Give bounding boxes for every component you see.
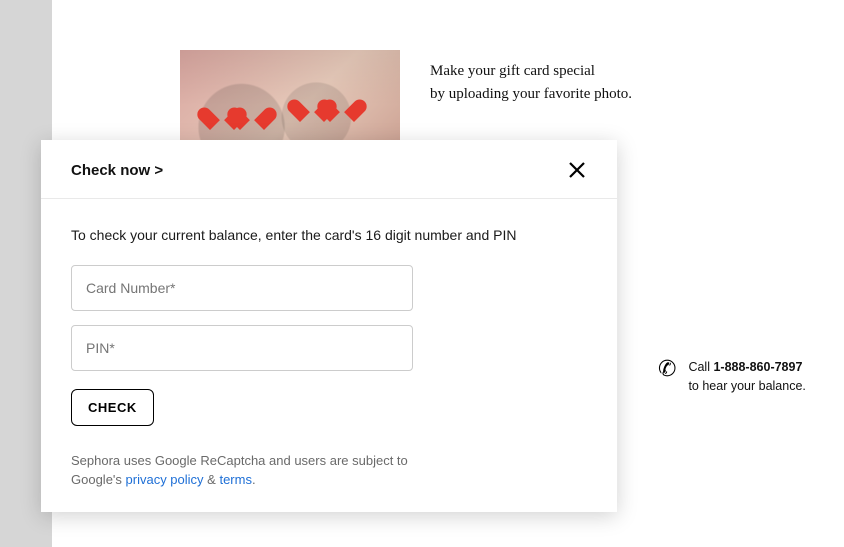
pin-input[interactable] [71, 325, 413, 371]
check-balance-modal: Check now > To check your current balanc… [41, 140, 617, 512]
legal-sep: & [204, 472, 220, 487]
call-number: 1-888-860-7897 [713, 360, 802, 374]
phone-icon: ✆ [658, 358, 676, 380]
recaptcha-legal: Sephora uses Google ReCaptcha and users … [71, 452, 411, 490]
close-button[interactable] [565, 158, 589, 182]
modal-instructions: To check your current balance, enter the… [71, 227, 587, 243]
modal-body: To check your current balance, enter the… [41, 199, 617, 512]
call-balance-block: 𝄐 ✆ Call 1-888-860-7897 to hear your bal… [658, 358, 806, 396]
card-number-input[interactable] [71, 265, 413, 311]
close-icon [569, 162, 585, 178]
terms-link[interactable]: terms [219, 472, 252, 487]
call-sub: to hear your balance. [688, 379, 805, 393]
modal-header: Check now > [41, 140, 617, 199]
modal-title: Check now > [71, 162, 163, 179]
call-prefix: Call [688, 360, 713, 374]
legal-suffix: . [252, 472, 256, 487]
call-text: Call 1-888-860-7897 to hear your balance… [688, 358, 805, 396]
promo-line-1: Make your gift card special [430, 60, 632, 83]
check-button[interactable]: CHECK [71, 389, 154, 426]
promo-line-2: by uploading your favorite photo. [430, 83, 632, 106]
privacy-policy-link[interactable]: privacy policy [126, 472, 204, 487]
